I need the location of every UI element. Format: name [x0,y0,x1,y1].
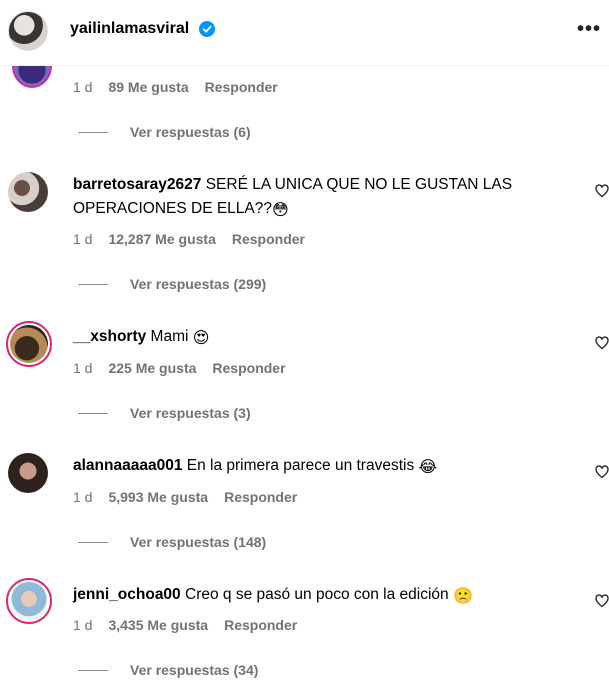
divider [78,541,108,543]
reply-button[interactable]: Responder [205,79,278,95]
divider [78,412,108,414]
comment-time: 1 d [73,79,93,95]
view-replies-label: Ver respuestas (148) [130,534,267,550]
comment-body: Mami [150,328,189,345]
view-replies-button[interactable]: Ver respuestas (6) [78,124,251,140]
post-header: yailinlamasviral ••• [0,0,609,66]
emoji-heart-eyes: 😍 [192,330,210,347]
comment-text: alannaaaaa001 En la primera parece un tr… [73,454,578,480]
view-replies-button[interactable]: Ver respuestas (148) [78,534,266,550]
comment-username[interactable]: barretosaray2627 [73,176,201,193]
emoji-frowning: 🙁 [453,588,473,605]
like-heart-icon[interactable] [595,594,609,608]
like-heart-icon[interactable] [595,465,609,479]
emoji-tears-of-joy: 😂 [418,459,438,476]
comment-meta: 1 d 225 Me gusta Responder [73,360,286,376]
emoji-flushed: 😳 [272,202,289,219]
reply-button[interactable]: Responder [224,617,297,633]
comment-meta: 1 d 5,993 Me gusta Responder [73,489,297,505]
comment-text: __xshorty Mami 😍 [73,325,578,351]
view-replies-button[interactable]: Ver respuestas (3) [78,405,251,421]
comment-meta: 1 d 89 Me gusta Responder [73,79,278,95]
reply-button[interactable]: Responder [212,360,285,376]
comment-time: 1 d [73,617,93,633]
avatar[interactable] [6,321,52,367]
comment-likes[interactable]: 12,287 Me gusta [108,231,215,247]
comment-likes[interactable]: 5,993 Me gusta [108,489,208,505]
comment-username[interactable]: alannaaaaa001 [73,457,182,474]
comment-likes[interactable]: 89 Me gusta [108,79,188,95]
divider [78,131,108,133]
comment-username[interactable]: jenni_ochoa00 [73,586,181,603]
avatar[interactable] [6,578,52,624]
reply-button[interactable]: Responder [224,489,297,505]
view-replies-label: Ver respuestas (3) [130,405,251,421]
avatar[interactable] [8,453,48,493]
comment-time: 1 d [73,489,93,505]
view-replies-label: Ver respuestas (34) [130,662,259,678]
view-replies-button[interactable]: Ver respuestas (34) [78,662,258,678]
comment-meta: 1 d 12,287 Me gusta Responder [73,231,305,247]
like-heart-icon[interactable] [595,336,609,350]
verified-badge-icon [199,21,215,37]
profile-username[interactable]: yailinlamasviral [70,20,189,38]
comment-username[interactable]: __xshorty [73,328,146,345]
view-replies-label: Ver respuestas (6) [130,124,251,140]
comment-body: En la primera parece un travestis [186,457,415,474]
comment-likes[interactable]: 3,435 Me gusta [108,617,208,633]
comment-meta: 1 d 3,435 Me gusta Responder [73,617,297,633]
comment-time: 1 d [73,231,93,247]
comment-likes[interactable]: 225 Me gusta [108,360,196,376]
profile-avatar[interactable] [8,11,48,51]
like-heart-icon[interactable] [595,184,609,198]
divider [78,669,108,671]
view-replies-label: Ver respuestas (299) [130,276,267,292]
more-options-icon[interactable]: ••• [577,18,601,41]
comment-text: barretosaray2627 SERÉ LA UNICA QUE NO LE… [73,173,578,223]
comment-time: 1 d [73,360,93,376]
view-replies-button[interactable]: Ver respuestas (299) [78,276,266,292]
reply-button[interactable]: Responder [232,231,305,247]
comment-text: jenni_ochoa00 Creo q se pasó un poco con… [73,583,578,609]
comment-body: Creo q se pasó un poco con la edición [185,586,449,603]
divider [78,283,108,285]
avatar[interactable] [8,172,48,212]
